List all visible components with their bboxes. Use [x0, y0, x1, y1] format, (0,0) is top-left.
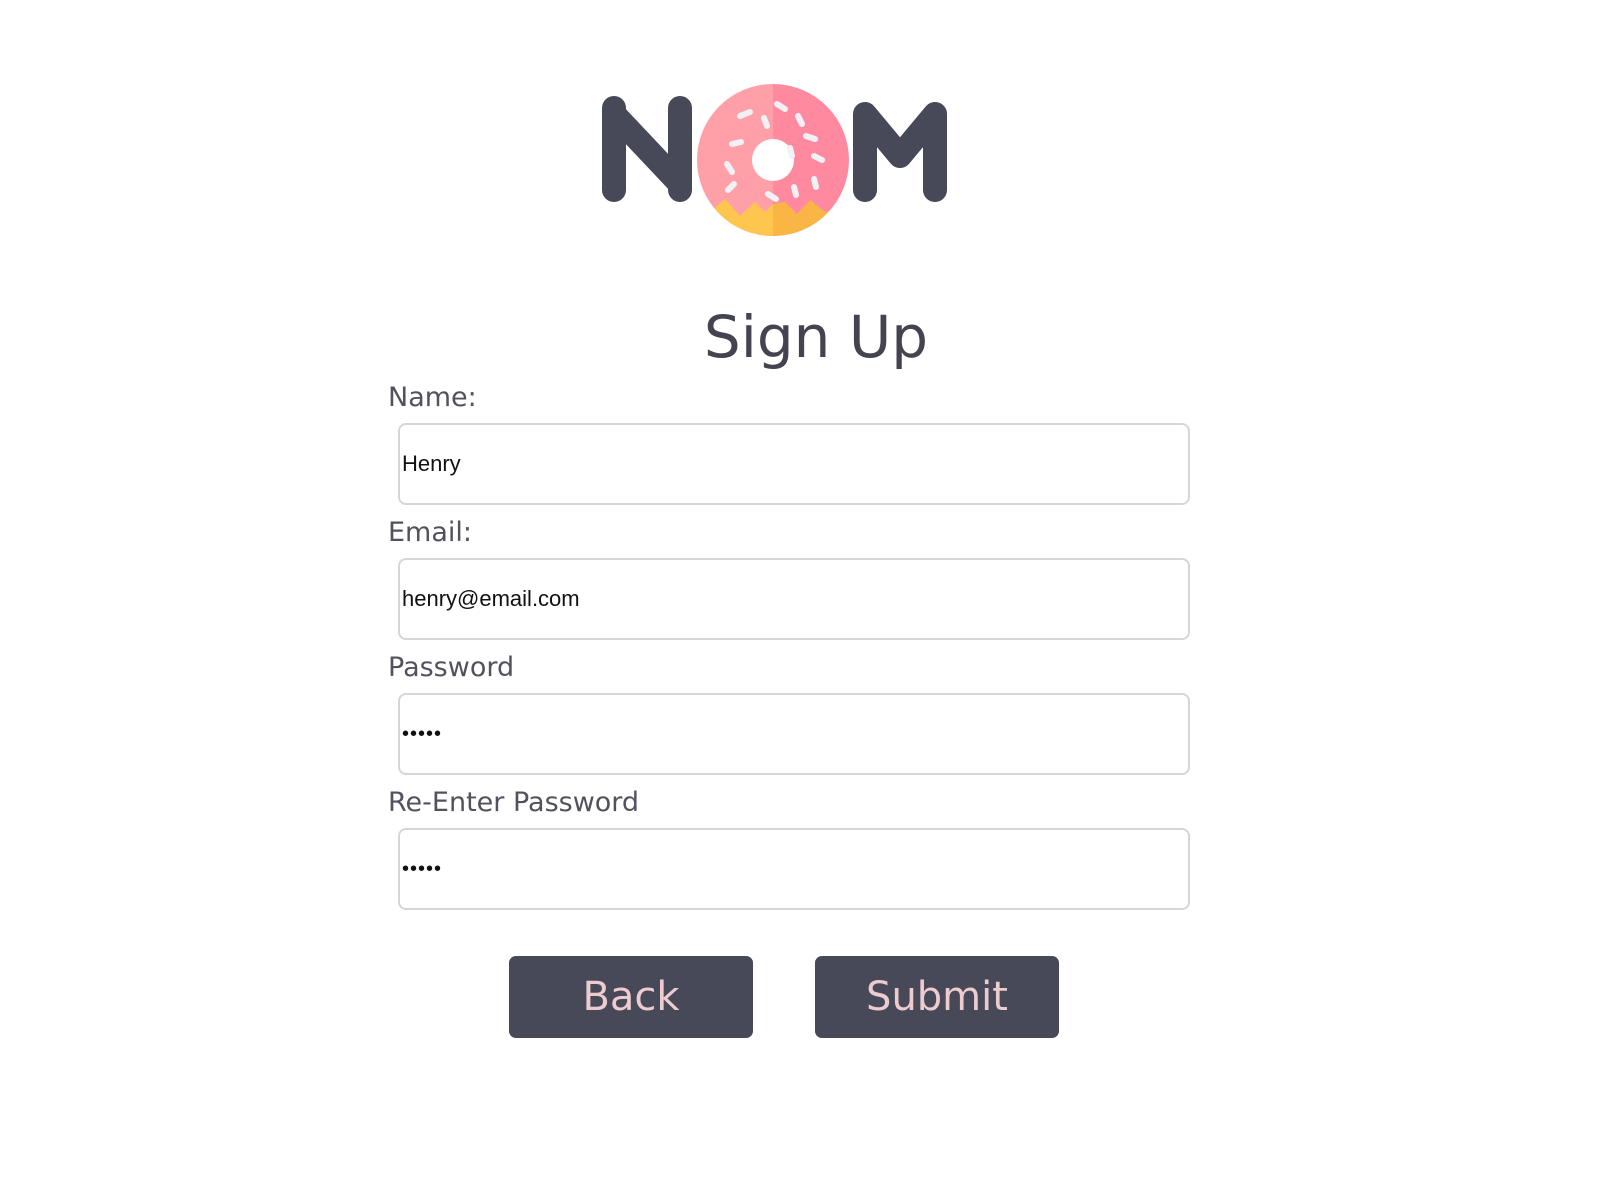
nom-logo — [600, 84, 980, 254]
password-field[interactable] — [398, 693, 1190, 775]
signup-page: Sign Up Name: Email: Password Re-Enter P… — [0, 0, 1600, 1200]
back-button[interactable]: Back — [509, 956, 753, 1038]
name-field[interactable] — [398, 423, 1190, 505]
reenter-password-label: Re-Enter Password — [388, 787, 640, 818]
reenter-password-field[interactable] — [398, 828, 1190, 910]
email-label: Email: — [388, 517, 473, 548]
password-label: Password — [388, 652, 515, 683]
name-label: Name: — [388, 382, 477, 413]
submit-button[interactable]: Submit — [815, 956, 1059, 1038]
email-field[interactable] — [398, 558, 1190, 640]
page-title-text: Sign Up — [703, 303, 929, 371]
nom-logo-icon — [602, 84, 947, 236]
page-title: Sign Up — [0, 302, 1600, 372]
